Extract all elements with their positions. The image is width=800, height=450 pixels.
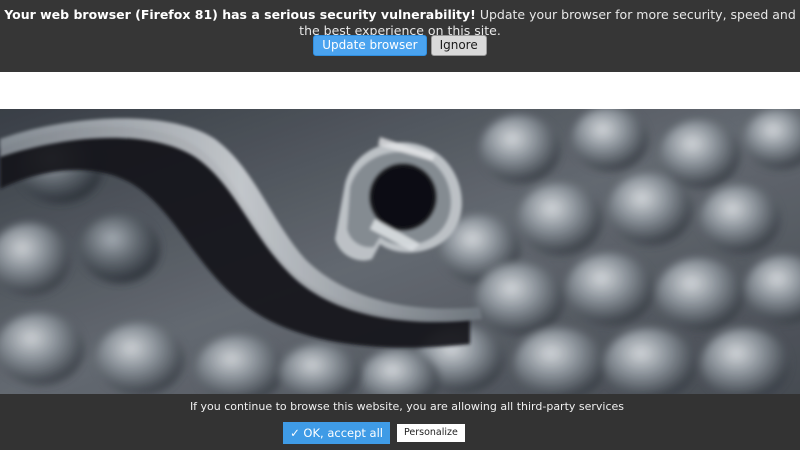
header-strip <box>0 72 800 109</box>
browser-update-bar: Your web browser (Firefox 81) has a seri… <box>0 0 800 72</box>
cookie-message: If you continue to browse this website, … <box>189 400 625 413</box>
hero-image <box>0 109 800 394</box>
cookie-banner: If you continue to browse this website, … <box>0 394 800 450</box>
update-message-bold: Your web browser (Firefox 81) has a seri… <box>4 7 476 22</box>
personalize-button[interactable]: Personalize <box>397 424 465 442</box>
update-browser-button[interactable]: Update browser <box>313 35 427 56</box>
update-buttons: Update browser Ignore <box>0 35 800 56</box>
metallic-gear-image <box>0 109 800 394</box>
cookie-buttons: ✓ OK, accept all Personalize <box>0 422 748 444</box>
accept-all-button[interactable]: ✓ OK, accept all <box>283 422 390 444</box>
ignore-button[interactable]: Ignore <box>430 35 487 56</box>
